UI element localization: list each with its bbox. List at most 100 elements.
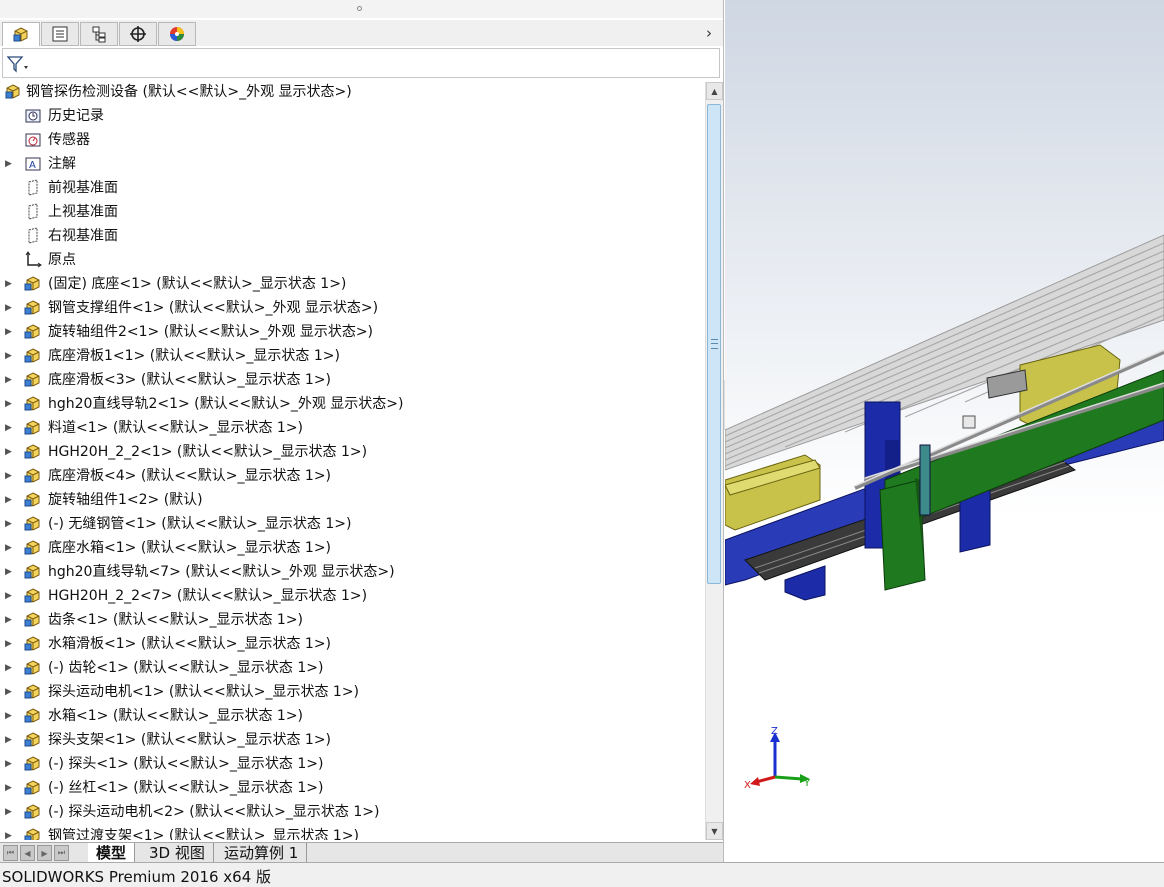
expand-arrow-icon[interactable]: ▶ [5, 782, 15, 794]
expand-arrow-icon[interactable]: ▶ [5, 710, 15, 722]
next-tab-icon[interactable]: ▶ [37, 845, 52, 861]
tree-item-label: HGH20H_2_2<1> (默认<<默认>_显示状态 1>) [48, 444, 368, 460]
tree-item[interactable]: ▶ 旋转轴组件2<1> (默认<<默认>_外观 显示状态>) [0, 320, 704, 344]
tree-item[interactable]: ▶ (固定) 底座<1> (默认<<默认>_显示状态 1>) [0, 272, 704, 296]
tree-item-label: hgh20直线导轨<7> (默认<<默认>_外观 显示状态>) [48, 564, 395, 580]
first-tab-icon[interactable]: ⏮ [3, 845, 18, 861]
tree-item[interactable]: ▶ 水箱<1> (默认<<默认>_显示状态 1>) [0, 704, 704, 728]
scroll-down-icon[interactable]: ▼ [706, 822, 723, 840]
tree-item-label: 上视基准面 [48, 204, 118, 220]
tree-item[interactable]: ▶ 钢管过渡支架<1> (默认<<默认>_显示状态 1>) [0, 824, 704, 840]
tree-item-label: 底座滑板<3> (默认<<默认>_显示状态 1>) [48, 372, 332, 388]
part-icon [24, 755, 42, 773]
tree-item[interactable]: ▶ (-) 无缝钢管<1> (默认<<默认>_显示状态 1>) [0, 512, 704, 536]
expand-arrow-icon[interactable]: ▶ [5, 830, 15, 840]
configurationmanager-tab[interactable] [80, 22, 118, 46]
expand-arrow-icon[interactable]: ▶ [5, 470, 15, 482]
annotation-icon: A [24, 155, 42, 173]
part-icon [24, 779, 42, 797]
part-icon [24, 731, 42, 749]
expand-arrow-icon[interactable]: ▶ [5, 158, 15, 170]
expand-arrow-icon[interactable]: ▶ [5, 278, 15, 290]
part-icon [24, 827, 42, 840]
tree-item[interactable]: ▶ A 注解 [0, 152, 704, 176]
prev-tab-icon[interactable]: ◀ [20, 845, 35, 861]
expand-arrow-icon[interactable]: ▶ [5, 662, 15, 674]
tab-motion-study[interactable]: 运动算例 1 [216, 843, 308, 863]
chevron-right-icon[interactable]: › [701, 23, 717, 43]
propertymanager-tab[interactable] [41, 22, 79, 46]
part-icon [24, 683, 42, 701]
tree-item[interactable]: 右视基准面 [0, 224, 704, 248]
tree-item[interactable]: ▶ hgh20直线导轨2<1> (默认<<默认>_外观 显示状态>) [0, 392, 704, 416]
last-tab-icon[interactable]: ⏭ [54, 845, 69, 861]
tree-item[interactable]: ▶ 底座水箱<1> (默认<<默认>_显示状态 1>) [0, 536, 704, 560]
tree-item[interactable]: ▶ 料道<1> (默认<<默认>_显示状态 1>) [0, 416, 704, 440]
tree-item-label: 注解 [48, 156, 76, 172]
expand-arrow-icon[interactable]: ▶ [5, 686, 15, 698]
tree-item[interactable]: ▶ 底座滑板<4> (默认<<默认>_显示状态 1>) [0, 464, 704, 488]
scroll-up-icon[interactable]: ▲ [706, 82, 723, 100]
expand-arrow-icon[interactable]: ▶ [5, 374, 15, 386]
tree-scrollbar[interactable]: ▲ ▼ [705, 82, 723, 840]
tree-item[interactable]: ▶ (-) 探头运动电机<2> (默认<<默认>_显示状态 1>) [0, 800, 704, 824]
tree-item[interactable]: 原点 [0, 248, 704, 272]
tree-item[interactable]: ▶ HGH20H_2_2<1> (默认<<默认>_显示状态 1>) [0, 440, 704, 464]
tree-item[interactable]: ▶ 探头运动电机<1> (默认<<默认>_显示状态 1>) [0, 680, 704, 704]
expand-arrow-icon[interactable]: ▶ [5, 494, 15, 506]
tree-root-assembly[interactable]: 钢管探伤检测设备 (默认<<默认>_外观 显示状态>) [0, 80, 704, 104]
expand-arrow-icon[interactable]: ▶ [5, 446, 15, 458]
expand-arrow-icon[interactable]: ▶ [5, 326, 15, 338]
tree-item[interactable]: ▶ 齿条<1> (默认<<默认>_显示状态 1>) [0, 608, 704, 632]
tree-item[interactable]: ▶ (-) 齿轮<1> (默认<<默认>_显示状态 1>) [0, 656, 704, 680]
tree-item[interactable]: ▶ (-) 丝杠<1> (默认<<默认>_显示状态 1>) [0, 776, 704, 800]
post [919, 444, 931, 516]
expand-arrow-icon[interactable]: ▶ [5, 542, 15, 554]
tab-3d-view[interactable]: 3D 视图 [141, 843, 214, 863]
expand-arrow-icon[interactable]: ▶ [5, 302, 15, 314]
expand-arrow-icon[interactable]: ▶ [5, 566, 15, 578]
axis-x-label: X [744, 780, 751, 791]
tree-item[interactable]: ▶ 钢管支撑组件<1> (默认<<默认>_外观 显示状态>) [0, 296, 704, 320]
tree-item[interactable]: ▶ (-) 探头<1> (默认<<默认>_显示状态 1>) [0, 752, 704, 776]
featuremanager-panel: › 钢管探伤检测设备 (默认<<默认>_外观 显示状态>) 历史记录传感器 ▶ A 注解… [0, 0, 724, 863]
tree-item-label: 水箱滑板<1> (默认<<默认>_显示状态 1>) [48, 636, 332, 652]
tree-item[interactable]: 上视基准面 [0, 200, 704, 224]
tree-item[interactable]: 前视基准面 [0, 176, 704, 200]
dimxpert-tab[interactable] [119, 22, 157, 46]
property-list-icon [52, 26, 68, 42]
tree-item[interactable]: ▶ 探头支架<1> (默认<<默认>_显示状态 1>) [0, 728, 704, 752]
expand-arrow-icon[interactable]: ▶ [5, 350, 15, 362]
expand-arrow-icon[interactable]: ▶ [5, 422, 15, 434]
tree-item[interactable]: ▶ 水箱滑板<1> (默认<<默认>_显示状态 1>) [0, 632, 704, 656]
expand-arrow-icon[interactable]: ▶ [5, 638, 15, 650]
panel-grip[interactable] [0, 0, 723, 18]
axis-z-label: Z [771, 726, 778, 737]
scroll-thumb[interactable] [707, 104, 721, 584]
tree-item[interactable]: 传感器 [0, 128, 704, 152]
origin-icon [24, 251, 42, 269]
featuremanager-tab[interactable] [2, 22, 40, 46]
expand-arrow-icon[interactable]: ▶ [5, 398, 15, 410]
tree-item-label: (-) 无缝钢管<1> (默认<<默认>_显示状态 1>) [48, 516, 352, 532]
configuration-icon [92, 26, 106, 43]
tree-item[interactable]: ▶ 底座滑板<3> (默认<<默认>_显示状态 1>) [0, 368, 704, 392]
tree-item[interactable]: ▶ HGH20H_2_2<7> (默认<<默认>_显示状态 1>) [0, 584, 704, 608]
tree-item[interactable]: ▶ 底座滑板1<1> (默认<<默认>_显示状态 1>) [0, 344, 704, 368]
tree-item-label: 传感器 [48, 132, 90, 148]
tree-filter-bar[interactable] [2, 48, 720, 78]
appearance-sphere-icon [170, 27, 184, 41]
tree-item[interactable]: ▶ hgh20直线导轨<7> (默认<<默认>_外观 显示状态>) [0, 560, 704, 584]
expand-arrow-icon[interactable]: ▶ [5, 758, 15, 770]
tab-model[interactable]: 模型 [88, 843, 136, 863]
expand-arrow-icon[interactable]: ▶ [5, 614, 15, 626]
tree-item-label: 探头运动电机<1> (默认<<默认>_显示状态 1>) [48, 684, 360, 700]
tree-item[interactable]: 历史记录 [0, 104, 704, 128]
display-manager-tab[interactable] [158, 22, 196, 46]
expand-arrow-icon[interactable]: ▶ [5, 734, 15, 746]
expand-arrow-icon[interactable]: ▶ [5, 518, 15, 530]
expand-arrow-icon[interactable]: ▶ [5, 590, 15, 602]
tree-item[interactable]: ▶ 旋转轴组件1<2> (默认) [0, 488, 704, 512]
expand-arrow-icon[interactable]: ▶ [5, 806, 15, 818]
filter-icon[interactable] [6, 55, 30, 73]
